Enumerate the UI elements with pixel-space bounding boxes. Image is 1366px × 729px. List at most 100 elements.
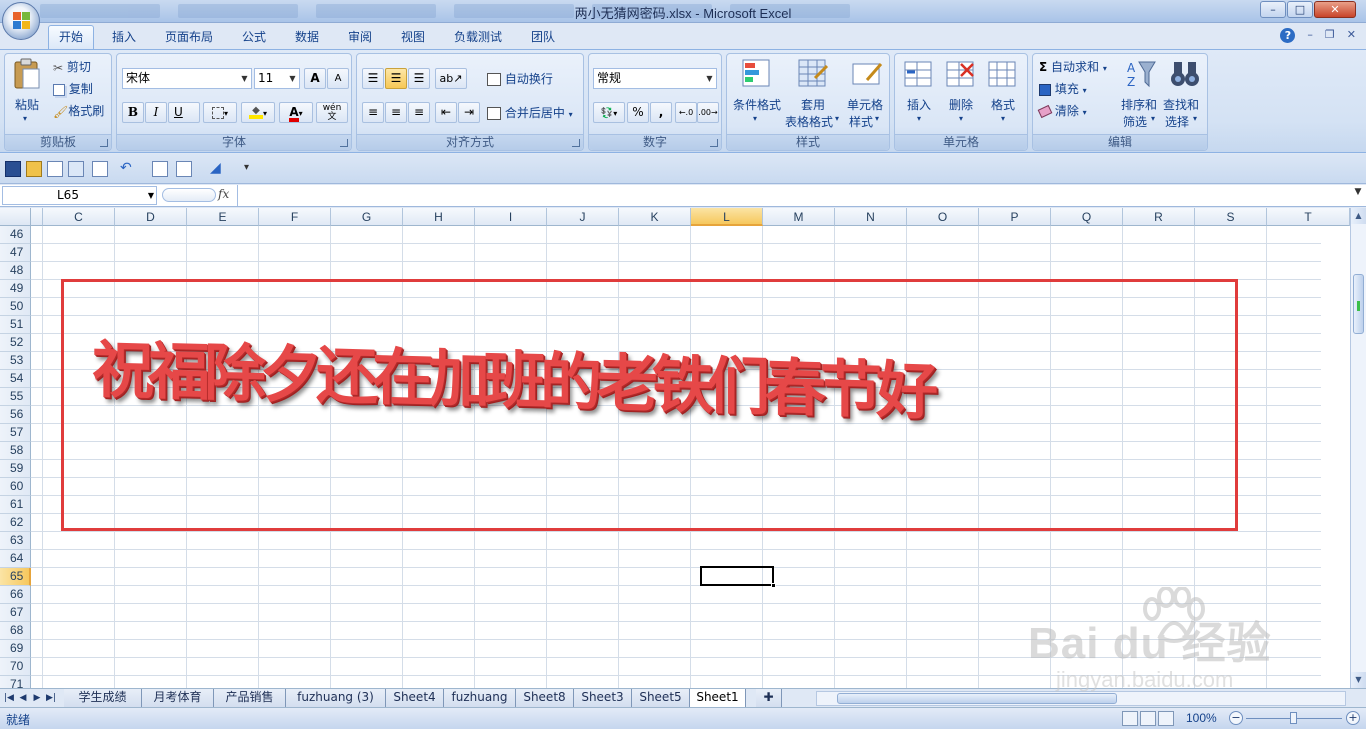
horizontal-scrollbar[interactable] bbox=[816, 691, 1346, 706]
sheet-tab-6[interactable]: fuzhuang bbox=[444, 689, 516, 707]
align-top-button[interactable]: ☰ bbox=[362, 68, 384, 89]
column-header-n[interactable]: N bbox=[835, 208, 907, 226]
paste-dropdown-icon[interactable]: ▾ bbox=[23, 114, 27, 123]
decrease-indent-button[interactable]: ⇤ bbox=[435, 102, 457, 123]
page-break-view-icon[interactable] bbox=[1158, 711, 1174, 726]
row-header-66[interactable]: 66 bbox=[0, 586, 31, 604]
font-launcher-icon[interactable] bbox=[340, 139, 348, 147]
active-cell-l65[interactable] bbox=[700, 566, 776, 588]
sheet-tab-4[interactable]: fuzhuang (3) bbox=[286, 689, 386, 707]
underline-button[interactable]: U bbox=[168, 102, 200, 123]
column-header-i[interactable]: I bbox=[475, 208, 547, 226]
sheet-tab-5[interactable]: Sheet4 bbox=[386, 689, 444, 707]
column-header-o[interactable]: O bbox=[907, 208, 979, 226]
sheet-tab-9[interactable]: Sheet5 bbox=[632, 689, 690, 707]
row-header-70[interactable]: 70 bbox=[0, 658, 31, 676]
conditional-formatting-button[interactable]: 条件格式 ▾ bbox=[729, 58, 785, 130]
currency-button[interactable]: 💱▾ bbox=[593, 102, 625, 123]
clipboard-launcher-icon[interactable] bbox=[100, 139, 108, 147]
formula-pill-handle[interactable] bbox=[162, 188, 216, 202]
row-header-48[interactable]: 48 bbox=[0, 262, 31, 280]
column-header-r[interactable]: R bbox=[1123, 208, 1195, 226]
sheet-tab-8[interactable]: Sheet3 bbox=[574, 689, 632, 707]
sheet-tab-1[interactable]: 学生成绩 bbox=[64, 689, 142, 707]
insert-cells-button[interactable]: 插入 ▾ bbox=[899, 58, 939, 130]
italic-button[interactable]: I bbox=[145, 102, 167, 123]
chart-icon[interactable] bbox=[152, 161, 168, 177]
expand-formula-bar-icon[interactable]: ▼ bbox=[1352, 187, 1364, 203]
picture-icon[interactable] bbox=[176, 161, 192, 177]
fill-color-button[interactable]: ◆ ▾ bbox=[241, 102, 275, 123]
comma-button[interactable]: , bbox=[650, 102, 672, 123]
name-box[interactable]: L65 ▼ bbox=[2, 186, 157, 205]
font-size-combo[interactable]: 11 ▼ bbox=[254, 68, 300, 89]
merge-center-button[interactable]: 合并后居中 ▾ bbox=[487, 104, 573, 121]
tab-view[interactable]: 视图 bbox=[393, 26, 433, 49]
font-color-button[interactable]: A▾ bbox=[279, 102, 313, 123]
column-header-j[interactable]: J bbox=[547, 208, 619, 226]
shrink-font-button[interactable]: A bbox=[327, 68, 349, 89]
help-icon[interactable]: ? bbox=[1280, 28, 1296, 43]
column-header-m[interactable]: M bbox=[763, 208, 835, 226]
tab-data[interactable]: 数据 bbox=[287, 26, 327, 49]
customize-qat-icon[interactable]: ▾ bbox=[244, 161, 260, 177]
orientation-button[interactable]: ab↗ bbox=[435, 68, 467, 89]
column-header-g[interactable]: G bbox=[331, 208, 403, 226]
column-header-c[interactable]: C bbox=[43, 208, 115, 226]
minimize-button[interactable]: – bbox=[1260, 1, 1286, 18]
row-header-71[interactable]: 71 bbox=[0, 676, 31, 688]
row-header-53[interactable]: 53 bbox=[0, 352, 31, 370]
sort-filter-button[interactable]: AZ 排序和 筛选 ▾ bbox=[1121, 58, 1161, 130]
first-sheet-icon[interactable]: |◀ bbox=[4, 691, 14, 705]
prev-sheet-icon[interactable]: ◀ bbox=[18, 691, 28, 705]
fill-button[interactable]: 填充 ▾ bbox=[1039, 80, 1087, 97]
row-header-65[interactable]: 65 bbox=[0, 568, 31, 586]
column-header-k[interactable]: K bbox=[619, 208, 691, 226]
sheet-tab-2[interactable]: 月考体育 bbox=[142, 689, 214, 707]
tab-page-layout[interactable]: 页面布局 bbox=[158, 26, 220, 49]
sheet-tab-7[interactable]: Sheet8 bbox=[516, 689, 574, 707]
border-button[interactable]: ▾ bbox=[203, 102, 237, 123]
row-header-57[interactable]: 57 bbox=[0, 424, 31, 442]
form-icon[interactable] bbox=[92, 161, 108, 177]
undo-icon[interactable]: ↶ bbox=[120, 161, 136, 177]
autosum-button[interactable]: Σ 自动求和 ▾ bbox=[1039, 58, 1107, 75]
column-header-t[interactable]: T bbox=[1267, 208, 1350, 226]
scroll-up-icon[interactable]: ▲ bbox=[1351, 208, 1366, 224]
percent-button[interactable]: % bbox=[627, 102, 649, 123]
increase-decimal-button[interactable]: ←.0 bbox=[675, 102, 697, 123]
vertical-scroll-thumb[interactable] bbox=[1353, 274, 1364, 334]
zoom-out-button[interactable]: − bbox=[1229, 711, 1243, 725]
row-header-49[interactable]: 49 bbox=[0, 280, 31, 298]
wrap-text-button[interactable]: 自动换行 bbox=[487, 70, 553, 87]
tab-home[interactable]: 开始 bbox=[48, 25, 94, 49]
paste-button[interactable]: 粘贴 ▾ bbox=[9, 58, 45, 128]
bold-button[interactable]: B bbox=[122, 102, 144, 123]
tab-review[interactable]: 审阅 bbox=[340, 26, 380, 49]
normal-view-icon[interactable] bbox=[1122, 711, 1138, 726]
column-header-p[interactable]: P bbox=[979, 208, 1051, 226]
zoom-level[interactable]: 100% bbox=[1186, 711, 1217, 725]
save-icon[interactable] bbox=[5, 161, 21, 177]
tab-team[interactable]: 团队 bbox=[523, 26, 563, 49]
zoom-in-button[interactable]: + bbox=[1346, 711, 1360, 725]
row-header-63[interactable]: 63 bbox=[0, 532, 31, 550]
row-header-60[interactable]: 60 bbox=[0, 478, 31, 496]
column-header-s[interactable]: S bbox=[1195, 208, 1267, 226]
maximize-button[interactable]: □ bbox=[1287, 1, 1313, 18]
column-header-h[interactable]: H bbox=[403, 208, 475, 226]
grow-font-button[interactable]: A bbox=[304, 68, 326, 89]
align-bottom-button[interactable]: ☰ bbox=[408, 68, 430, 89]
sheet-tab-10[interactable]: Sheet1 bbox=[690, 689, 746, 707]
fill-handle[interactable] bbox=[771, 583, 776, 588]
align-middle-button[interactable]: ☰ bbox=[385, 68, 407, 89]
font-name-combo[interactable]: 宋体 ▼ bbox=[122, 68, 252, 89]
clear-button[interactable]: 清除 ▾ bbox=[1037, 102, 1087, 119]
decrease-decimal-button[interactable]: .00→ bbox=[697, 102, 719, 123]
ribbon-restore-button[interactable]: ❐ bbox=[1325, 28, 1335, 43]
shape-icon[interactable]: ◢ bbox=[210, 161, 226, 177]
print-preview-icon[interactable] bbox=[47, 161, 63, 177]
find-select-button[interactable]: 查找和 选择 ▾ bbox=[1163, 58, 1207, 130]
formula-input[interactable] bbox=[237, 185, 1350, 206]
number-launcher-icon[interactable] bbox=[710, 139, 718, 147]
